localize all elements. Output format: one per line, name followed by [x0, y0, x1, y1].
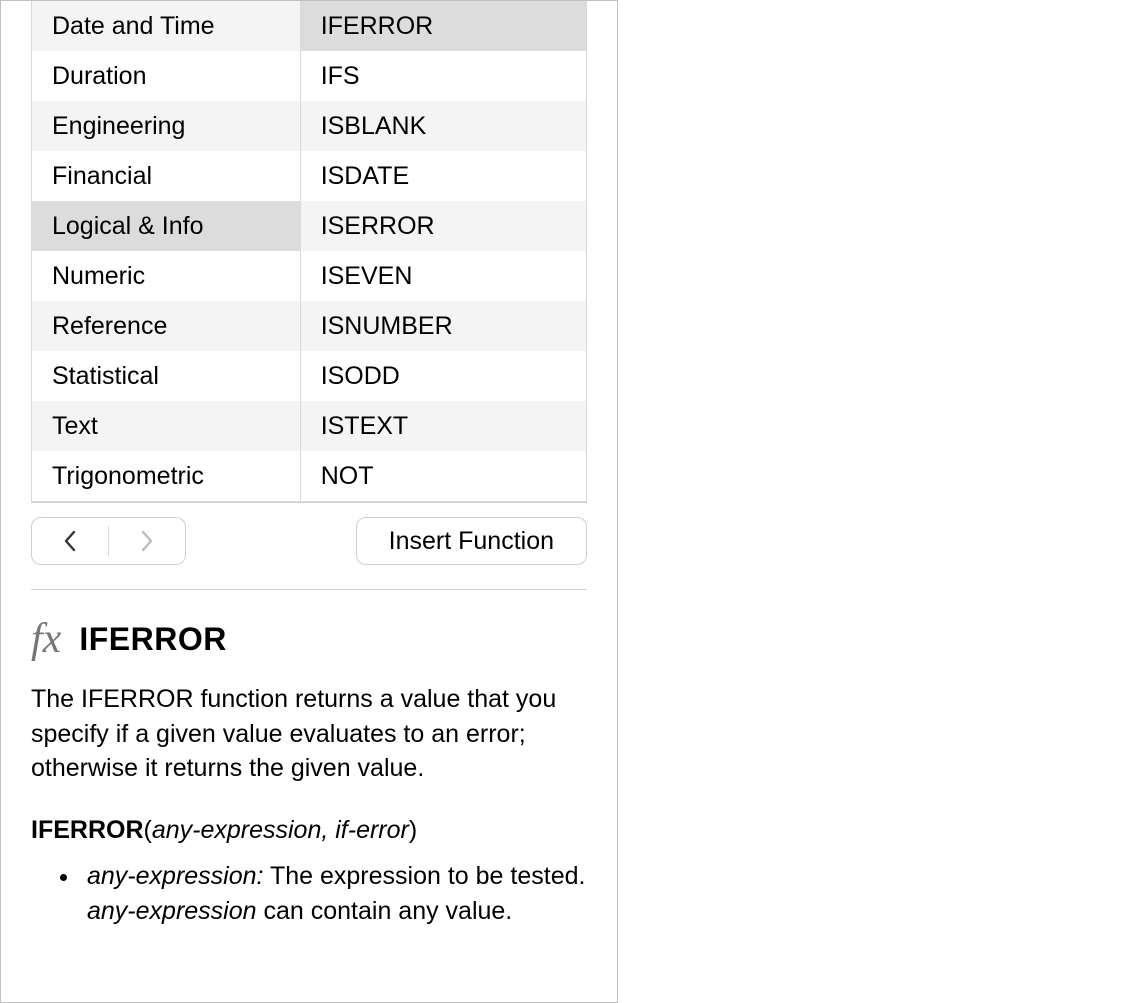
function-row[interactable]: ISBLANK: [301, 101, 586, 151]
category-list[interactable]: Date and TimeDurationEngineeringFinancia…: [32, 1, 301, 501]
function-syntax: IFERROR(any-expression, if-error): [31, 816, 587, 845]
category-row[interactable]: Engineering: [32, 101, 300, 151]
syntax-name: IFERROR: [31, 816, 144, 844]
function-row[interactable]: IFERROR: [301, 1, 586, 51]
parameter-list: any-expression: The expression to be tes…: [31, 859, 587, 929]
function-row[interactable]: ISTEXT: [301, 401, 586, 451]
category-row[interactable]: Reference: [32, 301, 300, 351]
nav-buttons: [31, 517, 186, 565]
function-row[interactable]: NOT: [301, 451, 586, 501]
function-browser-panel: Date and TimeDurationEngineeringFinancia…: [0, 0, 618, 1003]
function-list[interactable]: IFERRORIFSISBLANKISDATEISERRORISEVENISNU…: [301, 1, 586, 501]
category-row[interactable]: Trigonometric: [32, 451, 300, 501]
function-description: The IFERROR function returns a value tha…: [31, 682, 587, 786]
category-row[interactable]: Text: [32, 401, 300, 451]
function-browser-lists: Date and TimeDurationEngineeringFinancia…: [31, 1, 587, 503]
category-row[interactable]: Financial: [32, 151, 300, 201]
chevron-left-icon: [62, 529, 78, 553]
category-row[interactable]: Numeric: [32, 251, 300, 301]
browser-columns: Date and TimeDurationEngineeringFinancia…: [31, 1, 587, 502]
category-row[interactable]: Date and Time: [32, 1, 300, 51]
chevron-right-icon: [139, 529, 155, 553]
fx-icon: fx: [31, 618, 61, 660]
function-row[interactable]: ISNUMBER: [301, 301, 586, 351]
category-row[interactable]: Statistical: [32, 351, 300, 401]
toolbar: Insert Function: [1, 503, 617, 583]
function-row[interactable]: ISERROR: [301, 201, 586, 251]
function-row[interactable]: ISDATE: [301, 151, 586, 201]
back-button[interactable]: [32, 518, 108, 564]
function-help-title: IFERROR: [79, 621, 227, 658]
insert-function-button[interactable]: Insert Function: [356, 517, 587, 565]
function-help-header: fx IFERROR: [31, 618, 587, 660]
function-help: fx IFERROR The IFERROR function returns …: [1, 590, 617, 1002]
category-row[interactable]: Duration: [32, 51, 300, 101]
parameter-item: any-expression: The expression to be tes…: [81, 859, 587, 929]
category-row[interactable]: Logical & Info: [32, 201, 300, 251]
parameter-inline-italic: any-expression: [87, 897, 257, 925]
function-row[interactable]: IFS: [301, 51, 586, 101]
parameter-name: any-expression:: [87, 862, 263, 890]
function-row[interactable]: ISODD: [301, 351, 586, 401]
function-row[interactable]: ISEVEN: [301, 251, 586, 301]
forward-button[interactable]: [109, 518, 185, 564]
insert-function-label: Insert Function: [389, 527, 554, 556]
syntax-params: any-expression, if-error: [152, 816, 409, 844]
